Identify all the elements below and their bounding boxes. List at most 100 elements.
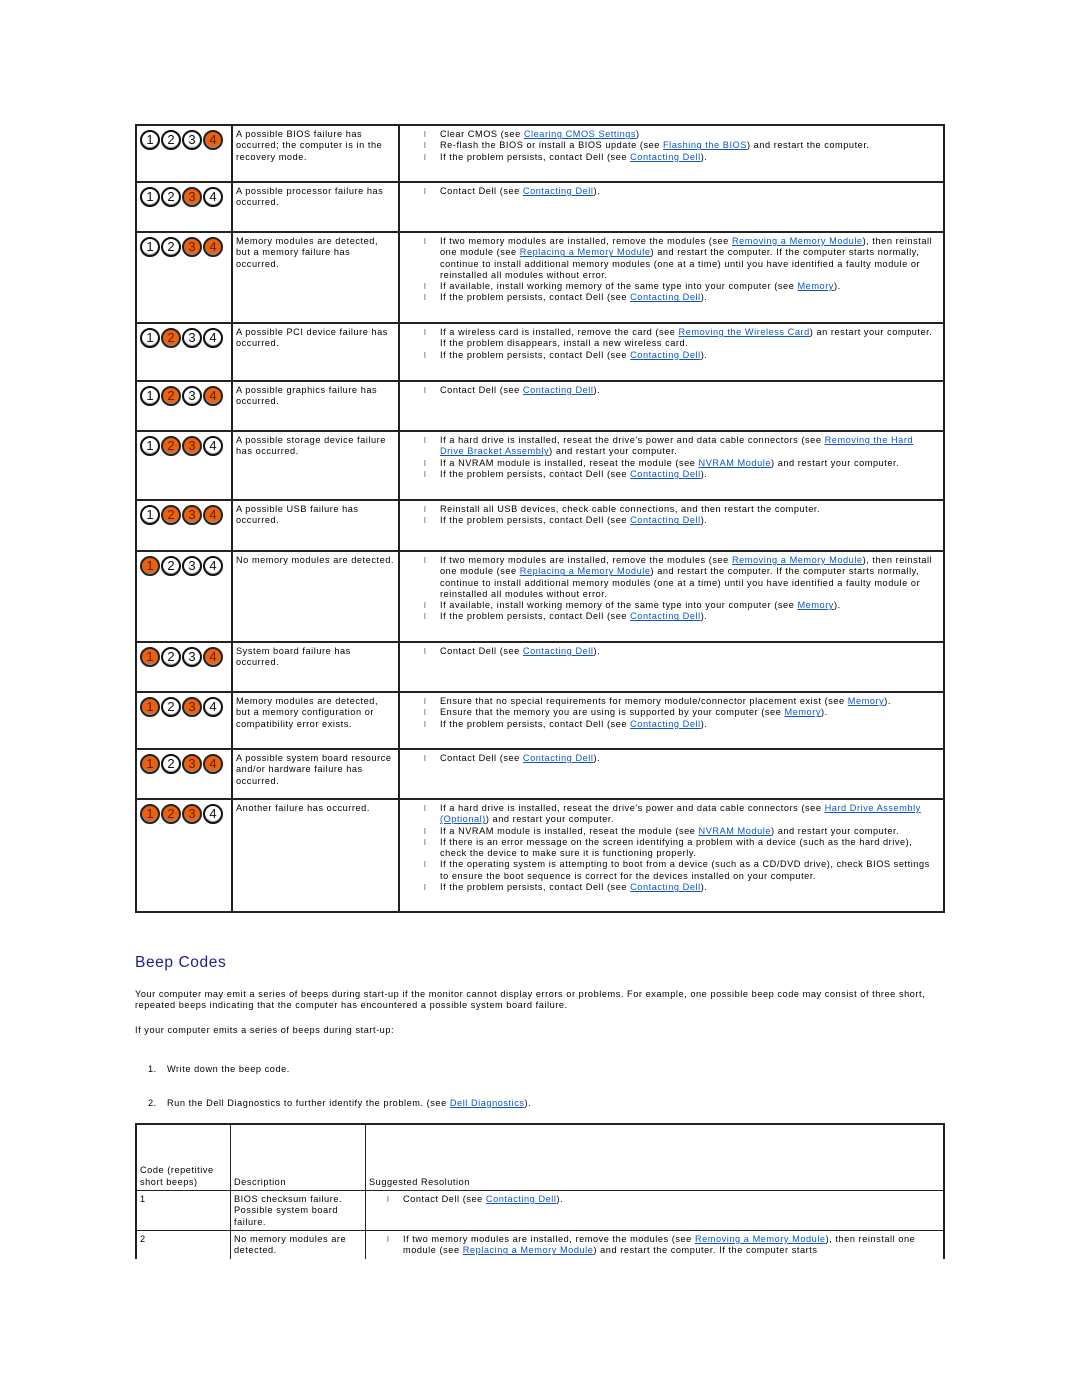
bullet-icon: l bbox=[424, 436, 427, 445]
resolution-cell: l Reinstall all USB devices, check cable … bbox=[398, 499, 945, 552]
light-pattern-cell: 1234 bbox=[135, 499, 233, 552]
resolution-text: ). bbox=[700, 349, 708, 360]
link-replacing-a-memory-module[interactable]: Replacing a Memory Module bbox=[463, 1245, 594, 1255]
link-memory[interactable]: Memory bbox=[848, 696, 884, 706]
resolution-text: ). bbox=[700, 468, 708, 479]
resolution-item: l Ensure that no special requirements for… bbox=[406, 696, 940, 707]
link-contacting-dell[interactable]: Contacting Dell bbox=[523, 753, 594, 763]
link-contacting-dell[interactable]: Contacting Dell bbox=[630, 515, 701, 525]
resolution-text: ). bbox=[820, 707, 828, 718]
link-memory[interactable]: Memory bbox=[784, 707, 820, 717]
resolution-item: l If available, install working memory of… bbox=[406, 600, 940, 611]
link-contacting-dell[interactable]: Contacting Dell bbox=[630, 350, 701, 360]
resolution-text: ). bbox=[593, 186, 601, 196]
resolution-text: ). bbox=[884, 696, 891, 706]
resolution-text: Contact Dell (see bbox=[440, 186, 523, 196]
resolution-text: If a NVRAM module is installed, reseat t… bbox=[440, 457, 699, 468]
resolution-list: l Contact Dell (see Contacting Dell). bbox=[406, 186, 940, 197]
diagnostic-row: 1234A possible PCI device failure has oc… bbox=[135, 322, 945, 382]
link-nvram-module[interactable]: NVRAM Module bbox=[699, 458, 771, 468]
beep-description: BIOS checksum failure. Possible system b… bbox=[230, 1190, 366, 1231]
link-contacting-dell[interactable]: Contacting Dell bbox=[630, 611, 701, 621]
bullet-icon: l bbox=[424, 647, 427, 656]
resolution-item: l Contact Dell (see Contacting Dell). bbox=[406, 646, 940, 657]
resolution-text: ). bbox=[700, 611, 708, 622]
link-memory[interactable]: Memory bbox=[797, 600, 833, 610]
bullet-icon: l bbox=[387, 1195, 390, 1204]
resolution-cell: l If a wireless card is installed, remove… bbox=[398, 322, 945, 382]
link-contacting-dell[interactable]: Contacting Dell bbox=[486, 1194, 557, 1204]
link-contacting-dell[interactable]: Contacting Dell bbox=[630, 292, 701, 302]
beep-codes-heading: Beep Codes bbox=[135, 954, 227, 971]
resolution-text: ) and restart the computer. If the compu… bbox=[593, 1245, 818, 1256]
diagnostic-light-1-on-icon: 1 bbox=[140, 556, 160, 576]
bullet-icon: l bbox=[424, 516, 427, 526]
problem-description: Memory modules are detected, but a memor… bbox=[231, 231, 400, 324]
resolution-cell: l Contact Dell (see Contacting Dell). bbox=[398, 380, 945, 432]
link-removing-a-memory-module[interactable]: Removing a Memory Module bbox=[732, 555, 863, 565]
diagnostic-light-2-on-icon: 2 bbox=[161, 386, 181, 406]
beep-description: No memory modules are detected. bbox=[230, 1229, 366, 1259]
resolution-text: ) bbox=[636, 129, 640, 139]
link-removing-a-memory-module[interactable]: Removing a Memory Module bbox=[732, 236, 863, 246]
diagnostic-lights: 1234 bbox=[140, 505, 229, 525]
step-text-after: ). bbox=[524, 1098, 532, 1108]
resolution-text: If the problem persists, contact Dell (s… bbox=[440, 468, 631, 479]
diagnostic-row: 1234A possible USB failure has occurred.… bbox=[135, 499, 945, 552]
resolution-text: If two memory modules are installed, rem… bbox=[440, 236, 732, 246]
link-contacting-dell[interactable]: Contacting Dell bbox=[630, 882, 701, 892]
problem-description: No memory modules are detected. bbox=[231, 550, 400, 643]
step-number: 1. bbox=[148, 1064, 157, 1074]
diagnostic-light-2-off-icon: 2 bbox=[161, 130, 181, 150]
bullet-icon: l bbox=[424, 141, 427, 151]
resolution-text: ). bbox=[833, 281, 841, 292]
bullet-icon: l bbox=[424, 612, 427, 622]
link-replacing-a-memory-module[interactable]: Replacing a Memory Module bbox=[520, 247, 651, 257]
light-pattern-cell: 1234 bbox=[135, 691, 233, 750]
diagnostic-light-1-on-icon: 1 bbox=[140, 697, 160, 717]
resolution-text: If two memory modules are installed, rem… bbox=[440, 555, 732, 565]
diagnostic-light-2-on-icon: 2 bbox=[161, 505, 181, 525]
light-pattern-cell: 1234 bbox=[135, 322, 233, 382]
resolution-list: l If a hard drive is installed, reseat th… bbox=[406, 803, 940, 893]
light-pattern-cell: 1234 bbox=[135, 181, 233, 233]
beep-code: 1 bbox=[135, 1190, 231, 1231]
link-removing-the-wireless-card[interactable]: Removing the Wireless Card bbox=[679, 327, 810, 337]
link-clearing-cmos-settings[interactable]: Clearing CMOS Settings bbox=[524, 129, 636, 139]
link-contacting-dell[interactable]: Contacting Dell bbox=[630, 152, 701, 162]
resolution-list: l If two memory modules are installed, re… bbox=[406, 236, 940, 304]
resolution-list: l Contact Dell (see Contacting Dell). bbox=[406, 753, 940, 764]
diagnostic-light-4-off-icon: 4 bbox=[203, 556, 223, 576]
link-contacting-dell[interactable]: Contacting Dell bbox=[523, 385, 594, 395]
link-dell-diagnostics[interactable]: Dell Diagnostics bbox=[450, 1098, 525, 1108]
light-pattern-cell: 1234 bbox=[135, 550, 233, 643]
diagnostic-light-3-on-icon: 3 bbox=[182, 804, 202, 824]
resolution-text: If there is an error message on the scre… bbox=[440, 836, 913, 859]
diagnostic-light-1-off-icon: 1 bbox=[140, 187, 160, 207]
link-flashing-the-bios[interactable]: Flashing the BIOS bbox=[663, 140, 747, 150]
resolution-text: ). bbox=[700, 718, 708, 729]
link-replacing-a-memory-module[interactable]: Replacing a Memory Module bbox=[520, 566, 651, 576]
resolution-item: l If a NVRAM module is installed, reseat … bbox=[406, 826, 940, 837]
link-contacting-dell[interactable]: Contacting Dell bbox=[523, 186, 594, 196]
resolution-item: l Re-flash the BIOS or install a BIOS upd… bbox=[406, 140, 940, 151]
diagnostic-light-1-off-icon: 1 bbox=[140, 386, 160, 406]
link-memory[interactable]: Memory bbox=[797, 281, 833, 291]
link-contacting-dell[interactable]: Contacting Dell bbox=[630, 469, 701, 479]
link-contacting-dell[interactable]: Contacting Dell bbox=[630, 719, 701, 729]
link-nvram-module[interactable]: NVRAM Module bbox=[699, 826, 771, 836]
resolution-text: ). bbox=[700, 151, 708, 162]
header-description: Description bbox=[230, 1123, 366, 1191]
beep-codes-table: Code (repetitive short beeps) Descriptio… bbox=[135, 1123, 945, 1259]
resolution-cell: l If two memory modules are installed, re… bbox=[398, 550, 945, 643]
diagnostic-light-4-on-icon: 4 bbox=[203, 647, 223, 667]
resolution-item: l Contact Dell (see Contacting Dell). bbox=[406, 186, 940, 197]
link-contacting-dell[interactable]: Contacting Dell bbox=[523, 646, 594, 656]
resolution-cell: l If two memory modules are installed, re… bbox=[398, 231, 945, 324]
bullet-icon: l bbox=[424, 826, 427, 836]
resolution-item: l If there is an error message on the scr… bbox=[406, 837, 940, 860]
resolution-text: Contact Dell (see bbox=[440, 385, 523, 395]
link-removing-a-memory-module[interactable]: Removing a Memory Module bbox=[695, 1234, 826, 1244]
diagnostic-row: 1234A possible graphics failure has occu… bbox=[135, 380, 945, 432]
resolution-item: l Ensure that the memory you are using is… bbox=[406, 707, 940, 718]
